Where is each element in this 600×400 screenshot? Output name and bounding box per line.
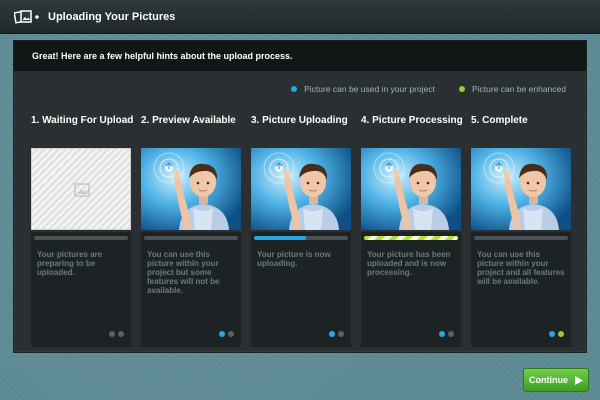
steps-row: 1. Waiting For Upload Your pictures are … [31, 115, 576, 347]
upload-panel: Great! Here are a few helpful hints abou… [13, 40, 587, 353]
green-dot-icon [458, 86, 465, 92]
boy-touching-screen-photo [471, 148, 571, 230]
progress-fill [254, 236, 306, 240]
continue-label: Continue [529, 375, 568, 385]
step-label: 3. Picture Uploading [251, 115, 348, 126]
step-card: Your picture is now uploading. [251, 232, 351, 347]
progress-bar [474, 236, 568, 240]
blue-dot-icon [439, 331, 445, 337]
processing-progress-bar [364, 236, 458, 240]
window-title: Uploading Your Pictures [48, 10, 176, 23]
step-description: Your picture has been uploaded and is no… [367, 250, 451, 277]
hint-text: Great! Here are a few helpful hints abou… [32, 51, 293, 61]
step-label: 5. Complete [471, 115, 528, 126]
step-waiting: 1. Waiting For Upload Your pictures are … [31, 115, 133, 347]
legend: Picture can be used in your project Pict… [14, 71, 586, 107]
pictures-app-icon [14, 9, 40, 25]
status-dots [216, 331, 234, 337]
step-description: Your pictures are preparing to be upload… [37, 250, 103, 277]
grey-dot-icon [109, 331, 115, 337]
status-dots [546, 331, 564, 337]
status-dots [326, 331, 344, 337]
status-dots [436, 331, 454, 337]
step-card: Your pictures are preparing to be upload… [31, 232, 131, 347]
progress-bar [34, 236, 128, 240]
grey-dot-icon [338, 331, 344, 337]
step-card: Your picture has been uploaded and is no… [361, 232, 461, 347]
step-uploading: 3. Picture Uploading Your picture is now… [251, 115, 351, 347]
step-description: Your picture is now uploading. [257, 250, 331, 268]
step-complete: 5. Complete You can use this picture wit… [471, 115, 571, 347]
blue-dot-icon [219, 331, 225, 337]
step-label: 4. Picture Processing [361, 115, 463, 126]
grey-dot-icon [448, 331, 454, 337]
step-label: 1. Waiting For Upload [31, 115, 134, 126]
blue-dot-icon [329, 331, 335, 337]
continue-button[interactable]: Continue [523, 368, 589, 392]
boy-touching-screen-photo [141, 148, 241, 230]
step-preview: 2. Preview Available You can use this pi… [141, 115, 241, 347]
step-card: You can use this picture within your pro… [471, 232, 571, 347]
blue-dot-icon [549, 331, 555, 337]
placeholder-image-icon [31, 148, 131, 230]
progress-bar [254, 236, 348, 240]
progress-bar [144, 236, 238, 240]
play-arrow-icon [575, 375, 583, 385]
title-bar: Uploading Your Pictures [0, 0, 600, 34]
boy-touching-screen-photo [361, 148, 461, 230]
grey-dot-icon [228, 331, 234, 337]
step-processing: 4. Picture Processing Your picture has b… [361, 115, 463, 347]
grey-dot-icon [118, 331, 124, 337]
legend-item-usable: Picture can be used in your project [291, 84, 435, 94]
step-description: You can use this picture within your pro… [477, 250, 565, 286]
blue-dot-icon [291, 86, 298, 92]
boy-touching-screen-photo [251, 148, 351, 230]
step-description: You can use this picture within your pro… [147, 250, 220, 295]
step-label: 2. Preview Available [141, 115, 236, 126]
status-dots [106, 331, 124, 337]
legend-item-enhanced: Picture can be enhanced [458, 84, 566, 94]
hint-bar: Great! Here are a few helpful hints abou… [14, 41, 586, 71]
legend-enhanced-label: Picture can be enhanced [471, 84, 566, 94]
green-dot-icon [558, 331, 564, 337]
legend-usable-label: Picture can be used in your project [304, 84, 435, 94]
step-card: You can use this picture within your pro… [141, 232, 241, 347]
